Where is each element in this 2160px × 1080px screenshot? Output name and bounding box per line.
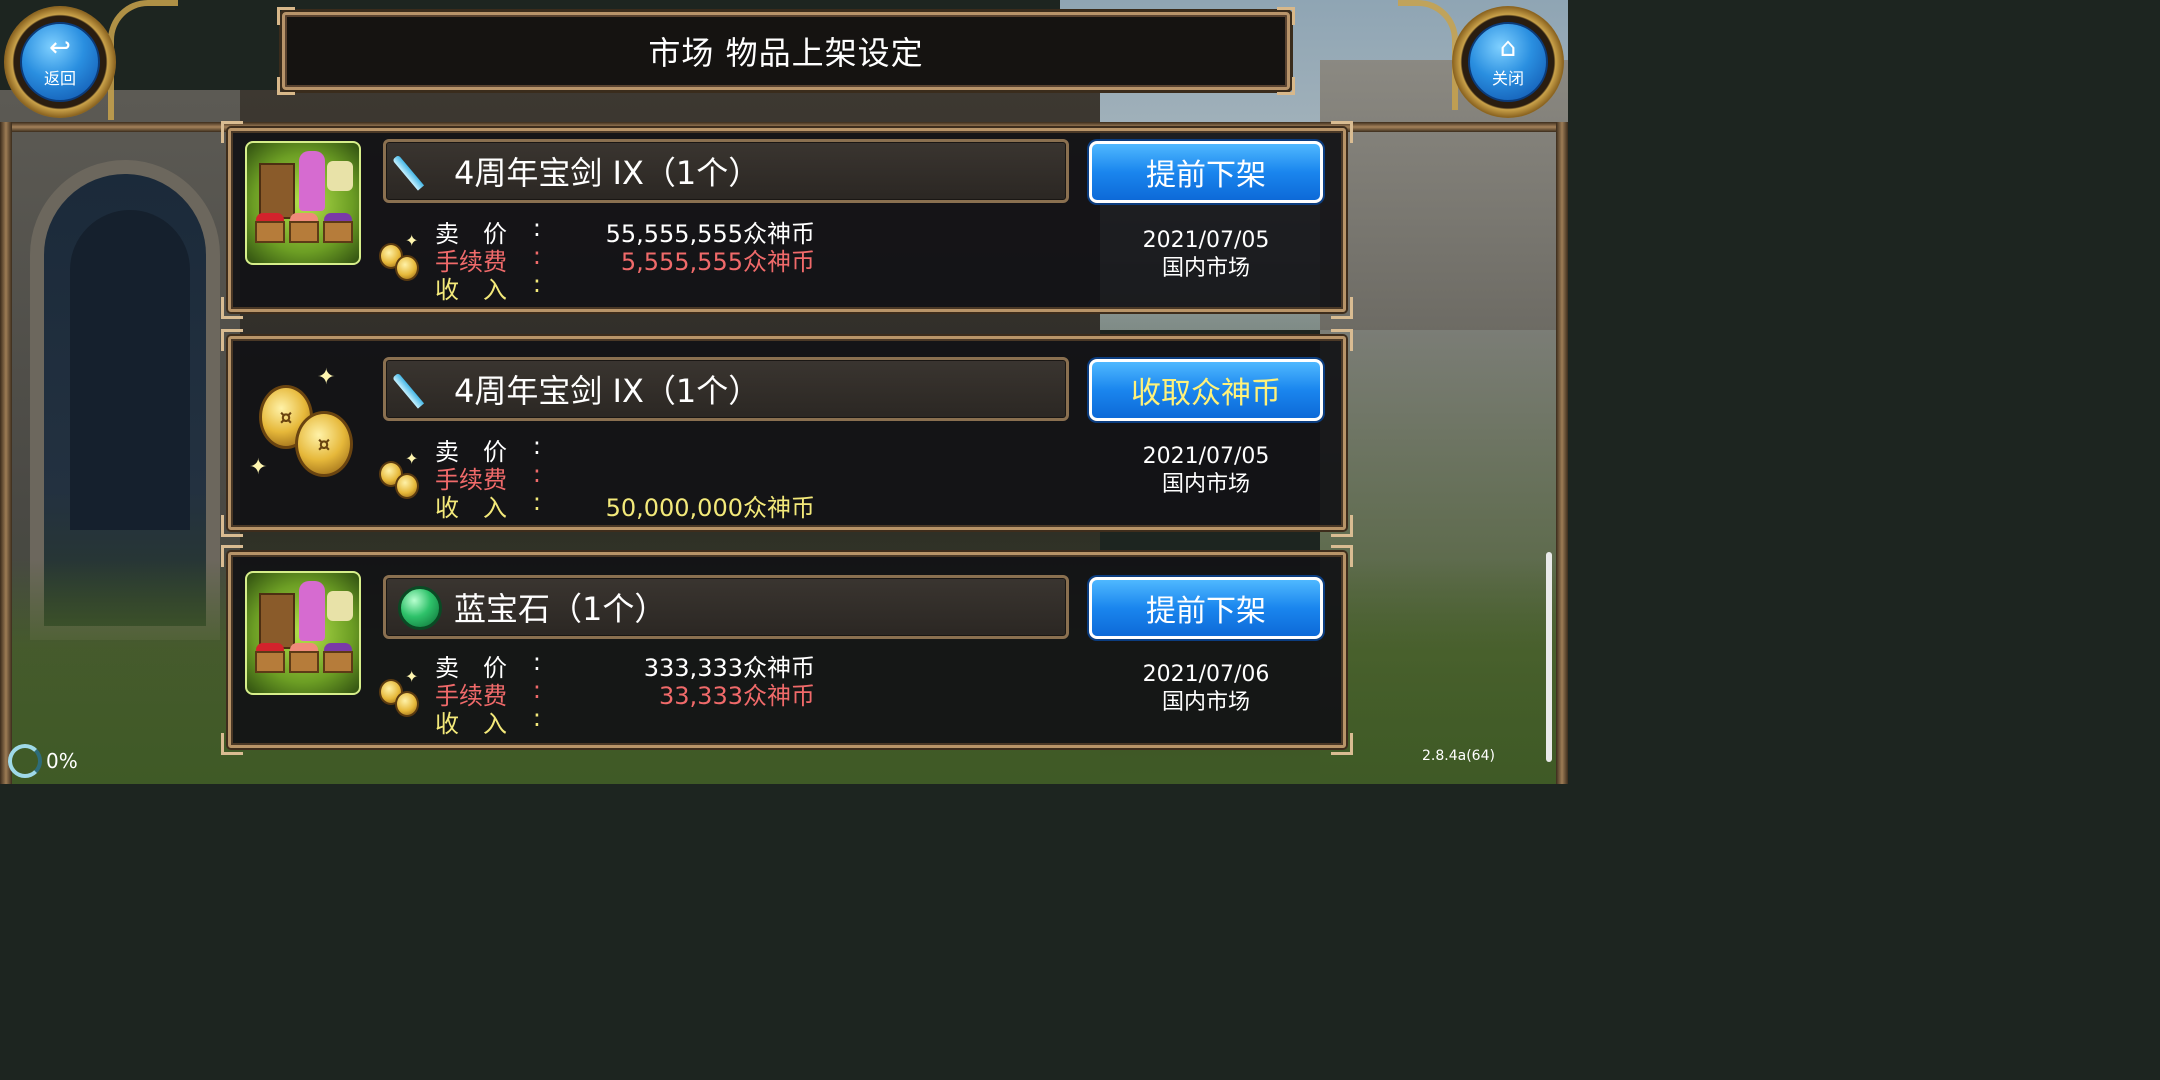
listing-date: 2021/07/05: [1142, 228, 1270, 253]
listing-market: 国内市场: [1161, 472, 1250, 497]
market-stall-icon: [245, 141, 361, 265]
page-title: 市场 物品上架设定: [648, 34, 924, 72]
back-button-label: 返回: [43, 69, 76, 88]
item-name: 4周年宝剑 IX（1个）: [454, 154, 761, 192]
close-button-face[interactable]: ⌂ 关闭: [1468, 22, 1548, 102]
coins-icon: ✦: [379, 449, 425, 503]
coins-icon: ✦: [379, 667, 425, 721]
header-ornament-left: [108, 0, 178, 120]
listing-meta: 2021/07/06 国内市场: [1091, 661, 1321, 717]
listing-card: 4周年宝剑 IX（1个） 提前下架 ✦ 卖价: 55,555,555众神币 手续…: [221, 121, 1353, 319]
list-scrollbar[interactable]: [1546, 552, 1552, 762]
delist-early-button[interactable]: 提前下架: [1089, 141, 1323, 203]
frame-corner: [221, 329, 243, 351]
fee-value: 33,333众神币: [659, 681, 815, 710]
income-label: 收: [435, 275, 459, 304]
listing-market: 国内市场: [1161, 256, 1250, 281]
delist-early-button[interactable]: 提前下架: [1089, 577, 1323, 639]
price-rows: 卖价: 手续费: 收入: 50,000,000众神币: [435, 431, 815, 522]
item-name: 蓝宝石（1个）: [454, 590, 667, 628]
sword-icon: [392, 366, 444, 414]
title-bar: 市场 物品上架设定: [277, 7, 1295, 95]
frame-corner: [1331, 733, 1353, 755]
coins-icon: ✦: [379, 231, 425, 285]
frame-corner: [221, 515, 243, 537]
list-right-rail: [1556, 122, 1568, 784]
income-label: 收: [435, 709, 459, 738]
frame-corner: [1331, 297, 1353, 319]
home-icon: ⌂: [1499, 33, 1517, 63]
listing-card: 蓝宝石（1个） 提前下架 ✦ 卖价: 333,333众神币 手续费: 33,33…: [221, 545, 1353, 755]
collect-coins-button[interactable]: 收取众神币: [1089, 359, 1323, 421]
close-button-label: 关闭: [1491, 69, 1524, 88]
gem-icon: [396, 584, 444, 632]
frame-corner: [1331, 121, 1353, 143]
price-rows: 卖价: 333,333众神币 手续费: 33,333众神币 收入:: [435, 647, 815, 738]
list-left-rail: [0, 122, 12, 784]
frame-corner: [221, 733, 243, 755]
gold-coins-icon: ¤ ¤ ✦ ✦: [245, 361, 361, 485]
back-button-face[interactable]: ↩ 返回: [20, 22, 100, 102]
fee-value: 5,555,555众神币: [620, 247, 815, 276]
item-name: 4周年宝剑 IX（1个）: [454, 372, 761, 410]
listing-meta: 2021/07/05 国内市场: [1091, 227, 1321, 283]
price-rows: 卖价: 55,555,555众神币 手续费: 5,555,555众神币 收入:: [435, 213, 815, 304]
version-label: 2.8.4a(64): [1422, 748, 1495, 764]
back-arrow-icon: ↩: [49, 33, 71, 63]
item-name-bar: 蓝宝石（1个）: [383, 575, 1069, 639]
frame-corner: [221, 297, 243, 319]
item-name-bar: 4周年宝剑 IX（1个）: [383, 357, 1069, 421]
header-ornament-right: [1398, 0, 1458, 110]
income-label: 收: [435, 493, 459, 522]
loading-ring-icon: [8, 744, 42, 778]
frame-corner: [1331, 515, 1353, 537]
income-value: 50,000,000众神币: [605, 493, 815, 522]
frame-corner: [1331, 329, 1353, 351]
listing-date: 2021/07/05: [1142, 444, 1270, 469]
listing-market: 国内市场: [1161, 690, 1250, 715]
loading-percent: 0%: [46, 749, 78, 773]
sword-icon: [392, 148, 444, 196]
market-stall-icon: [245, 571, 361, 695]
close-button[interactable]: ⌂ 关闭: [1452, 6, 1564, 118]
loading-indicator: 0%: [8, 744, 78, 778]
back-button[interactable]: ↩ 返回: [4, 6, 116, 118]
listing-date: 2021/07/06: [1142, 662, 1270, 687]
frame-corner: [221, 121, 243, 143]
frame-corner: [221, 545, 243, 567]
frame-corner: [1331, 545, 1353, 567]
item-name-bar: 4周年宝剑 IX（1个）: [383, 139, 1069, 203]
listing-card: ¤ ¤ ✦ ✦ 4周年宝剑 IX（1个） 收取众神币 ✦ 卖价: 手续费: 收入…: [221, 329, 1353, 537]
arched-window-glass: [70, 210, 190, 530]
listing-meta: 2021/07/05 国内市场: [1091, 443, 1321, 499]
